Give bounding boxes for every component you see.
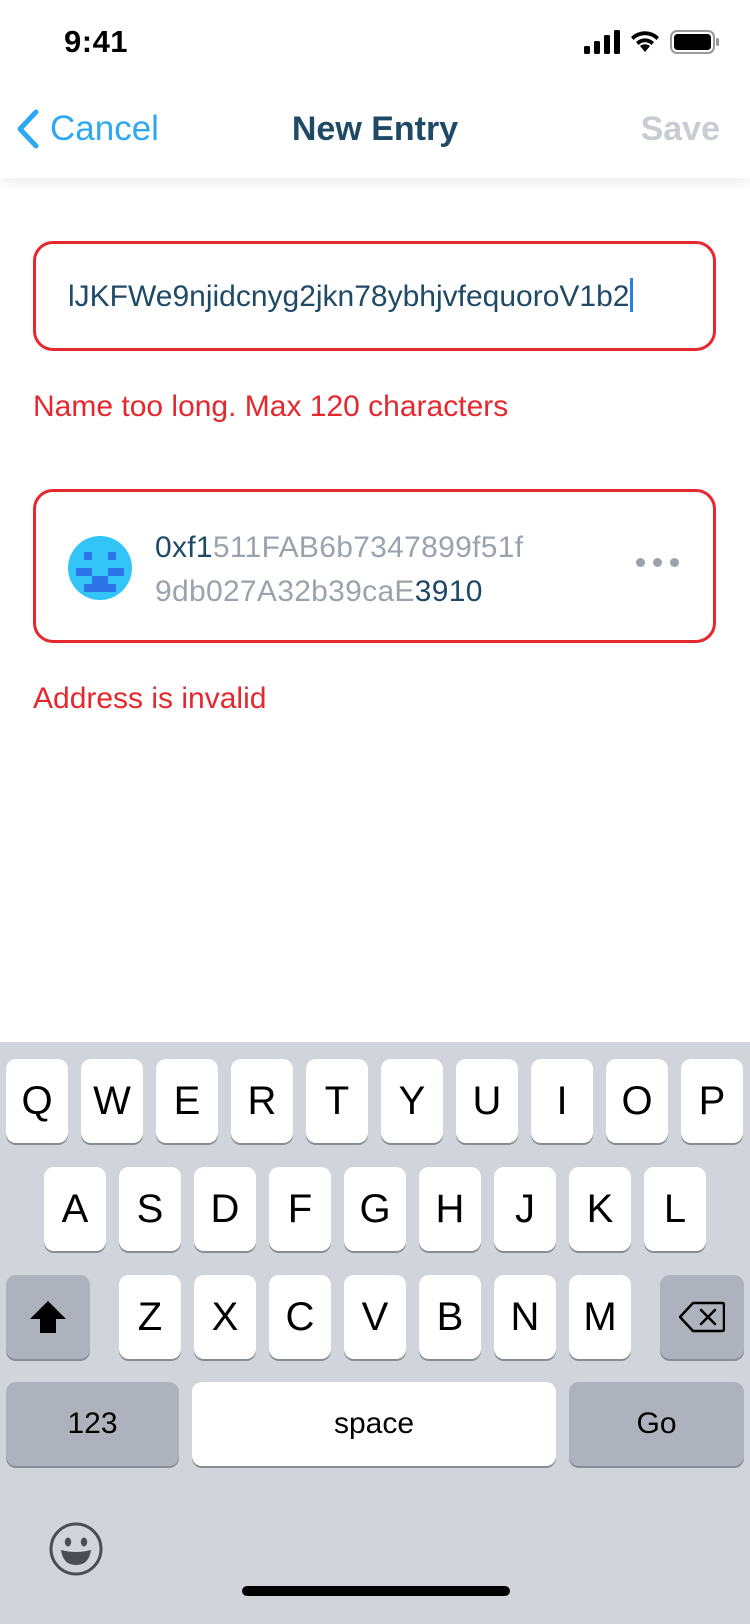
key-c[interactable]: C — [269, 1275, 331, 1359]
key-a[interactable]: A — [44, 1167, 106, 1251]
name-field[interactable]: lJKFWe9njidcnyg2jkn78ybhjvfequoroV1b2 — [33, 241, 716, 351]
key-b[interactable]: B — [419, 1275, 481, 1359]
key-e[interactable]: E — [156, 1059, 218, 1143]
go-key[interactable]: Go — [569, 1382, 744, 1466]
nav-bar: Cancel New Entry Save — [0, 88, 750, 178]
key-z[interactable]: Z — [119, 1275, 181, 1359]
name-input-value: lJKFWe9njidcnyg2jkn78ybhjvfequoroV1b2 — [68, 280, 630, 313]
key-w[interactable]: W — [81, 1059, 143, 1143]
emoji-icon[interactable] — [48, 1521, 104, 1582]
key-o[interactable]: O — [606, 1059, 668, 1143]
shift-icon — [30, 1301, 66, 1333]
key-s[interactable]: S — [119, 1167, 181, 1251]
key-l[interactable]: L — [644, 1167, 706, 1251]
status-time: 9:41 — [64, 24, 129, 59]
key-r[interactable]: R — [231, 1059, 293, 1143]
key-k[interactable]: K — [569, 1167, 631, 1251]
address-prefix: 0xf1 — [155, 531, 213, 564]
numbers-key[interactable]: 123 — [6, 1382, 179, 1466]
wifi-icon — [631, 31, 659, 52]
keyboard: Q W E R T Y U I O P A S D F G H J K L Z … — [0, 1042, 750, 1624]
key-x[interactable]: X — [194, 1275, 256, 1359]
space-key[interactable]: space — [192, 1382, 556, 1466]
backspace-icon — [679, 1301, 725, 1333]
status-bar: 9:41 — [0, 0, 750, 88]
signal-icon — [584, 30, 620, 54]
key-v[interactable]: V — [344, 1275, 406, 1359]
address-value: 0xf1511FAB6b7347899f51f 9db027A32b39caE3… — [155, 526, 523, 614]
key-i[interactable]: I — [531, 1059, 593, 1143]
key-y[interactable]: Y — [381, 1059, 443, 1143]
text-caret — [630, 278, 634, 312]
key-p[interactable]: P — [681, 1059, 743, 1143]
key-h[interactable]: H — [419, 1167, 481, 1251]
name-error-message: Name too long. Max 120 characters — [33, 390, 509, 423]
status-icons — [584, 30, 720, 54]
key-q[interactable]: Q — [6, 1059, 68, 1143]
key-n[interactable]: N — [494, 1275, 556, 1359]
address-error-message: Address is invalid — [33, 682, 267, 715]
address-middle-line2: 9db027A32b39caE — [155, 575, 415, 608]
address-middle-line1: 511FAB6b7347899f51f — [212, 531, 524, 564]
backspace-key[interactable] — [660, 1275, 744, 1359]
key-j[interactable]: J — [494, 1167, 556, 1251]
key-t[interactable]: T — [306, 1059, 368, 1143]
key-d[interactable]: D — [194, 1167, 256, 1251]
more-options-icon[interactable] — [636, 558, 679, 567]
save-button[interactable]: Save — [641, 110, 720, 149]
battery-icon — [670, 30, 719, 54]
address-suffix: 3910 — [414, 575, 483, 608]
key-f[interactable]: F — [269, 1167, 331, 1251]
key-m[interactable]: M — [569, 1275, 631, 1359]
name-input[interactable]: lJKFWe9njidcnyg2jkn78ybhjvfequoroV1b2 — [68, 278, 680, 314]
page-title: New Entry — [291, 110, 459, 148]
shift-key[interactable] — [6, 1275, 90, 1359]
address-field[interactable]: 0xf1511FAB6b7347899f51f 9db027A32b39caE3… — [33, 489, 716, 643]
key-u[interactable]: U — [456, 1059, 518, 1143]
key-g[interactable]: G — [344, 1167, 406, 1251]
address-identicon-avatar — [68, 536, 132, 600]
home-indicator — [242, 1586, 510, 1596]
